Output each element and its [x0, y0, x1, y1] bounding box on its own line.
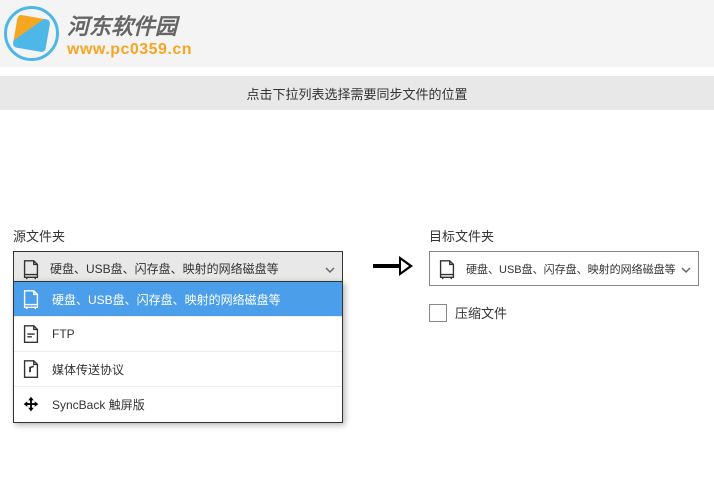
brand-text: 河东软件园 www.pc0359.cn	[67, 9, 192, 59]
watermark-header: 河东软件园 www.pc0359.cn	[0, 0, 714, 67]
arrow-right-icon	[371, 254, 415, 278]
brand-name-cn: 河东软件园	[67, 9, 192, 41]
source-dropdown-list: 硬盘、USB盘、闪存盘、映射的网络磁盘等 FTP 媒体传送协议 SyncBack…	[13, 281, 343, 423]
dropdown-option-media[interactable]: 媒体传送协议	[14, 352, 342, 387]
dropdown-option-label: FTP	[52, 327, 75, 341]
target-folder-combobox[interactable]: 硬盘、USB盘、闪存盘、映射的网络磁盘等	[429, 251, 699, 286]
brand-url: www.pc0359.cn	[67, 41, 192, 59]
source-selected-text: 硬盘、USB盘、闪存盘、映射的网络磁盘等	[50, 260, 324, 277]
chevron-down-icon	[680, 263, 692, 275]
dropdown-option-label: 媒体传送协议	[52, 361, 124, 378]
compress-checkbox-label: 压缩文件	[455, 303, 507, 322]
brand-logo	[4, 6, 59, 61]
compress-checkbox[interactable]	[429, 304, 447, 322]
dropdown-option-label: SyncBack 触屏版	[52, 396, 145, 413]
dropdown-option-label: 硬盘、USB盘、闪存盘、映射的网络磁盘等	[52, 291, 281, 308]
drive-icon	[20, 288, 42, 310]
source-folder-section: 源文件夹 硬盘、USB盘、闪存盘、映射的网络磁盘等	[13, 226, 343, 286]
dropdown-option-drives[interactable]: 硬盘、USB盘、闪存盘、映射的网络磁盘等	[14, 282, 342, 317]
drive-icon	[20, 258, 42, 280]
chevron-down-icon	[324, 263, 336, 275]
media-icon	[20, 358, 42, 380]
target-folder-section: 目标文件夹 硬盘、USB盘、闪存盘、映射的网络磁盘等	[429, 226, 699, 286]
compress-checkbox-row: 压缩文件	[429, 303, 507, 322]
ftp-icon	[20, 323, 42, 345]
target-selected-text: 硬盘、USB盘、闪存盘、映射的网络磁盘等	[466, 261, 680, 277]
drive-icon	[436, 258, 458, 280]
dropdown-option-syncback[interactable]: SyncBack 触屏版	[14, 387, 342, 422]
source-folder-label: 源文件夹	[13, 226, 343, 245]
target-folder-label: 目标文件夹	[429, 226, 699, 245]
instruction-text: 点击下拉列表选择需要同步文件的位置	[0, 76, 714, 110]
syncback-icon	[20, 394, 42, 416]
dropdown-option-ftp[interactable]: FTP	[14, 317, 342, 352]
